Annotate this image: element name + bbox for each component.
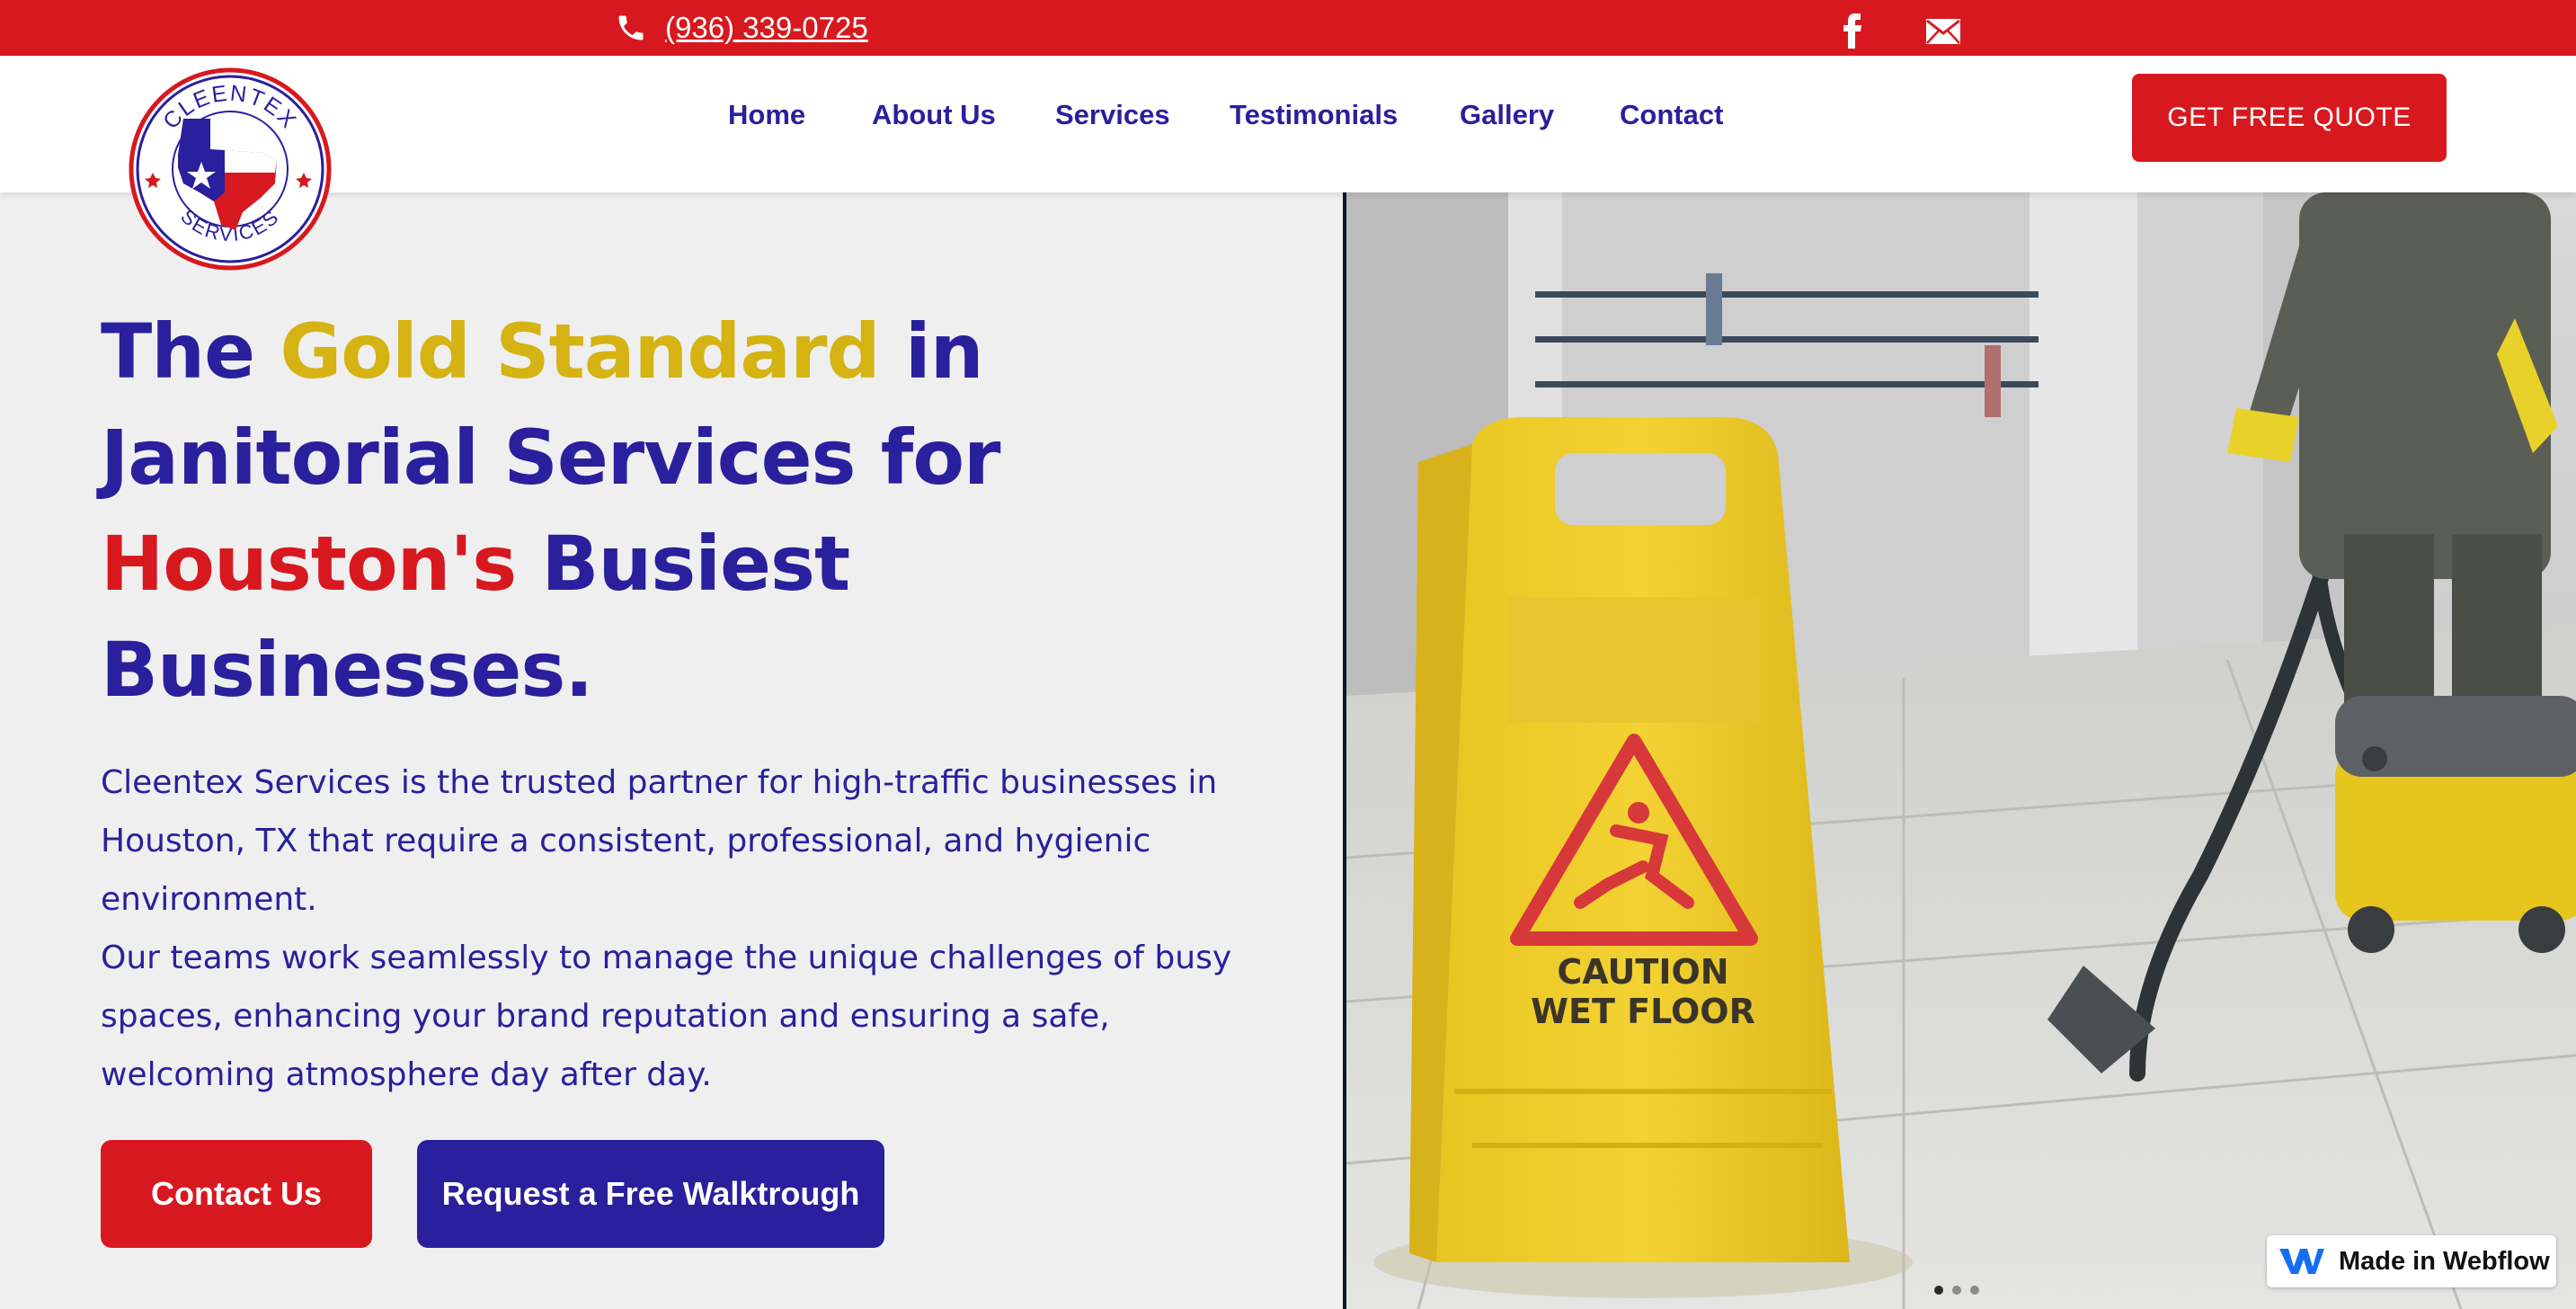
title-gold-text: Gold Standard: [280, 307, 880, 396]
hero-paragraph-1: Cleentex Services is the trusted partner…: [101, 764, 1218, 918]
nav-about-us[interactable]: About Us: [872, 99, 996, 131]
phone-contact[interactable]: (936) 339-0725: [615, 7, 868, 49]
facebook-icon[interactable]: [1839, 13, 1866, 49]
phone-link[interactable]: (936) 339-0725: [665, 11, 868, 45]
made-in-webflow-text: Made in Webflow: [2339, 1246, 2550, 1276]
title-red-text: Houston's: [101, 520, 517, 608]
cleaning-scene-image: CAUTION WET FLOOR: [1346, 192, 2576, 1309]
nav-gallery[interactable]: Gallery: [1460, 99, 1554, 131]
mail-icon[interactable]: [1925, 18, 1961, 45]
webflow-icon: [2279, 1249, 2324, 1274]
svg-text:CAUTION: CAUTION: [1557, 952, 1728, 992]
slider-dot-3[interactable]: [1970, 1286, 1979, 1295]
hero-image: CAUTION WET FLOOR: [1343, 192, 2576, 1309]
nav-contact[interactable]: Contact: [1620, 99, 1723, 131]
phone-icon: [618, 15, 644, 40]
contact-us-button[interactable]: Contact Us: [101, 1140, 372, 1248]
top-bar: (936) 339-0725: [0, 0, 2576, 56]
nav-services[interactable]: Services: [1055, 99, 1170, 131]
hero-description: Cleentex Services is the trusted partner…: [101, 753, 1269, 1104]
nav-home[interactable]: Home: [728, 99, 805, 131]
main-navbar: Home About Us Services Testimonials Gall…: [0, 56, 2576, 192]
made-in-webflow-badge[interactable]: Made in Webflow: [2267, 1235, 2556, 1287]
cleentex-logo[interactable]: CLEENTEX SERVICES: [128, 67, 333, 272]
slider-dot-2[interactable]: [1952, 1286, 1961, 1295]
hero-title: The Gold Standard in Janitorial Services…: [101, 307, 1000, 714]
get-free-quote-button[interactable]: GET FREE QUOTE: [2132, 74, 2447, 162]
hero-paragraph-2: Our teams work seamlessly to manage the …: [101, 939, 1232, 1093]
request-walkthrough-button[interactable]: Request a Free Walktrough: [417, 1140, 884, 1248]
slider-dots: [1934, 1286, 1979, 1295]
svg-text:WET FLOOR: WET FLOOR: [1531, 992, 1755, 1031]
slider-dot-1[interactable]: [1934, 1286, 1943, 1295]
nav-testimonials[interactable]: Testimonials: [1230, 99, 1398, 131]
